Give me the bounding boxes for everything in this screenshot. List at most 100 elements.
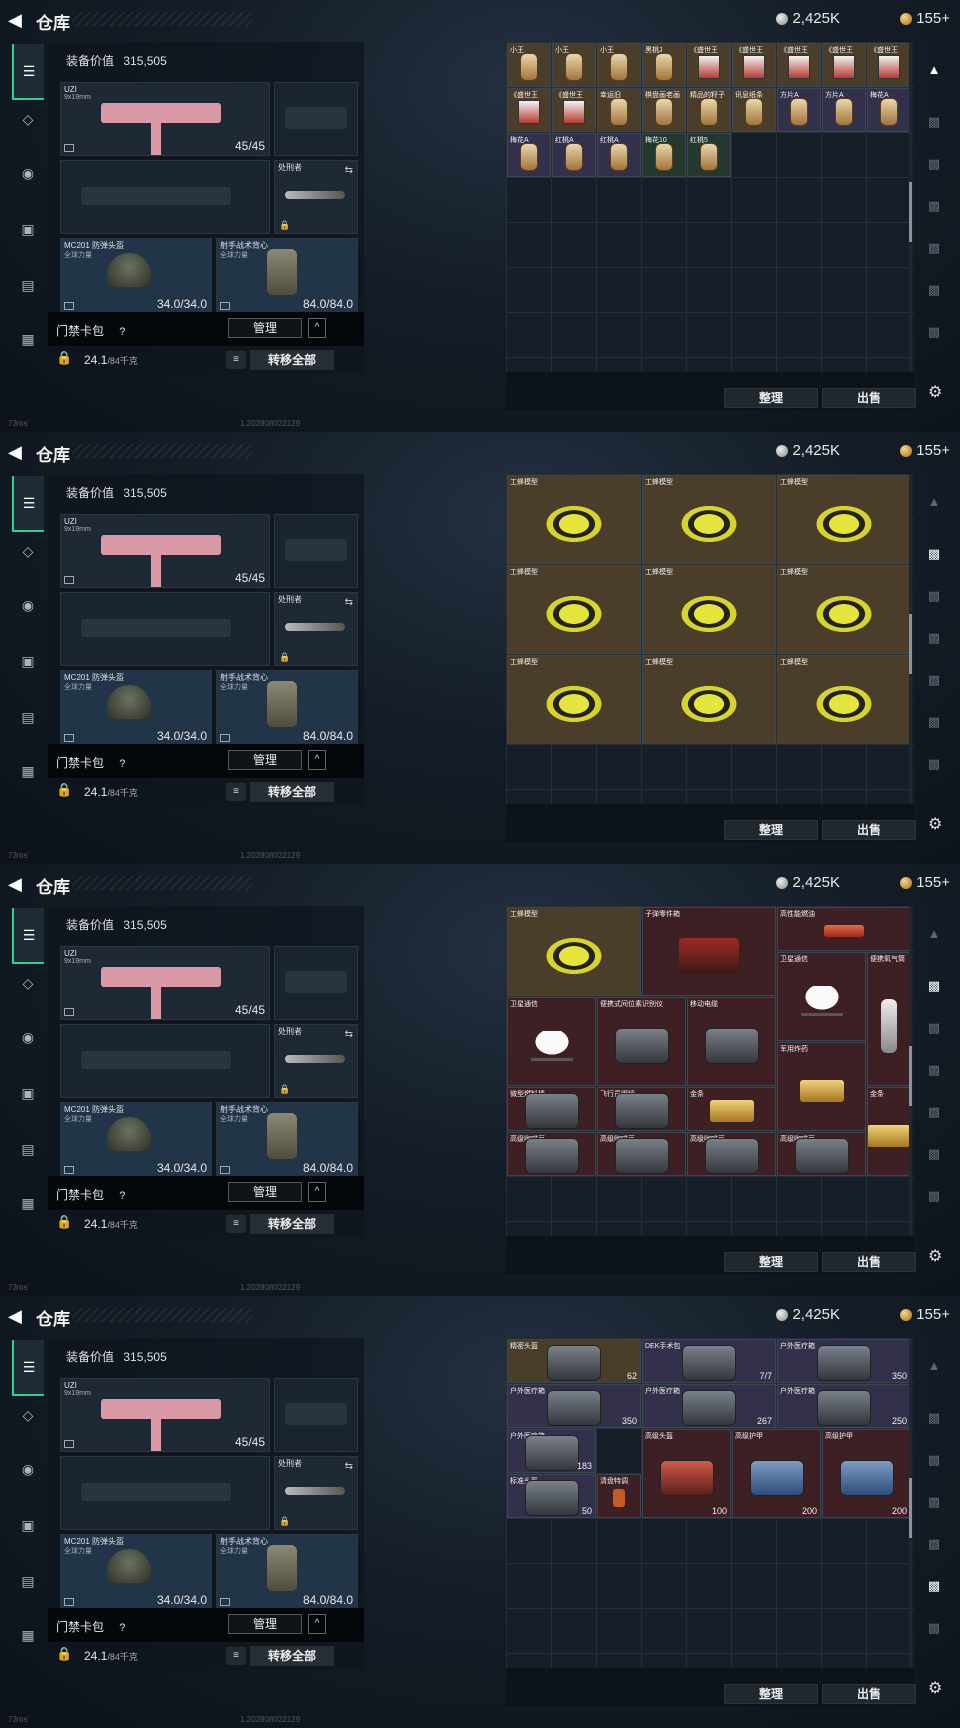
helmet-tab-icon[interactable]: ◉ [12,1454,44,1484]
stash-grid[interactable]: 小王 小王 小王 黑桃J 《盛世王 《盛世王 《盛世王 《盛世王 《盛世王 《盛世王 《盛世王 幸运旧… [506,42,914,372]
stash-item[interactable]: 讯息纸条 [732,88,776,132]
stash-item[interactable]: 工蜂模型 [507,655,641,744]
stash-tab-4-icon[interactable]: ▩ [922,1058,946,1082]
list-icon[interactable]: ≡ [226,351,246,369]
sort-button[interactable]: 整理 [724,1684,818,1704]
gold-currency[interactable]: 155+ [900,10,950,27]
stash-tab-4-icon[interactable]: ▩ [922,1490,946,1514]
stash-tab-6-icon[interactable]: ▩ [922,710,946,734]
stash-tab-6-icon[interactable]: ▩ [922,1142,946,1166]
pistol-slot[interactable] [274,514,358,588]
swap-icon[interactable]: ⇆ [345,1461,353,1472]
case-tab-icon[interactable]: ▦ [12,1188,44,1218]
armor-tab-icon[interactable]: ◇ [12,104,44,134]
rig-tab-icon[interactable]: ▤ [12,1566,44,1596]
sort-button[interactable]: 整理 [724,1252,818,1272]
swap-icon[interactable]: ⇆ [345,1029,353,1040]
back-icon[interactable]: ◀ [8,442,26,462]
stash-item[interactable]: 移动电缆 [687,997,776,1086]
pistol-slot[interactable] [274,1378,358,1452]
primary-weapon-slot[interactable]: UZI 9x19mm 45/45 [60,514,270,588]
stash-item[interactable]: 小王 [552,43,596,87]
helmet-tab-icon[interactable]: ◉ [12,158,44,188]
weapon-tab-icon[interactable]: ☰ [12,44,44,100]
list-icon[interactable]: ≡ [226,1647,246,1665]
rig-tab-icon[interactable]: ▤ [12,270,44,300]
help-icon[interactable]: ? [115,758,129,770]
backpack-tab-icon[interactable]: ▣ [12,1078,44,1108]
helmet-tab-icon[interactable]: ◉ [12,1022,44,1052]
sort-button[interactable]: 整理 [724,820,818,840]
stash-item[interactable]: 红桃5 [687,133,731,177]
collapse-button[interactable]: ^ [308,750,326,770]
stash-item[interactable]: 精品的籽子 [687,88,731,132]
stash-grid[interactable]: 工蜂模型 工蜂模型 工蜂模型 工蜂模型 工蜂模型 工蜂模型 工蜂模型 工蜂模型 工蜂模型 [506,474,914,804]
settings-gear-icon[interactable]: ⚙ [928,382,942,402]
sell-button[interactable]: 出售 [822,820,916,840]
stash-tab-4-icon[interactable]: ▩ [922,626,946,650]
manage-button[interactable]: 管理 [228,1614,302,1634]
manage-button[interactable]: 管理 [228,1182,302,1202]
help-icon[interactable]: ? [115,1622,129,1634]
weapon-tab-icon[interactable]: ☰ [12,476,44,532]
manage-button[interactable]: 管理 [228,318,302,338]
stash-tab-6-icon[interactable]: ▩ [922,278,946,302]
backpack-tab-icon[interactable]: ▣ [12,646,44,676]
stash-item[interactable]: 红桃A [552,133,596,177]
primary-weapon-slot[interactable]: UZI 9x19mm 45/45 [60,82,270,156]
weapon-tab-icon[interactable]: ☰ [12,908,44,964]
settings-gear-icon[interactable]: ⚙ [928,1246,942,1266]
collapse-button[interactable]: ^ [308,1182,326,1202]
stash-tab-6-icon[interactable]: ▩ [922,1574,946,1598]
stash-item[interactable]: 卫星通信 [777,952,866,1041]
secondary-weapon-slot[interactable] [60,1456,270,1530]
stash-tab-7-icon[interactable]: ▩ [922,320,946,344]
swap-icon[interactable]: ⇆ [345,597,353,608]
primary-weapon-slot[interactable]: UZI 9x19mm 45/45 [60,946,270,1020]
stash-item[interactable]: 金条 [687,1087,776,1131]
stash-item[interactable]: 户外医疗箱183 [507,1429,596,1473]
manage-button[interactable]: 管理 [228,750,302,770]
helmet-tab-icon[interactable]: ◉ [12,590,44,620]
stash-tab-3-icon[interactable]: ▩ [922,584,946,608]
stash-item[interactable]: 工蜂模型 [507,565,641,654]
stash-item[interactable]: 卫星通信 [507,997,596,1086]
stash-item[interactable]: 工蜂模型 [507,907,641,996]
stash-item[interactable]: 工蜂模型 [777,565,911,654]
stash-tab-5-icon[interactable]: ▩ [922,236,946,260]
stash-item[interactable]: 清盘特调 [597,1474,641,1518]
stash-item[interactable]: 户外医疗箱 350 [507,1384,641,1428]
stash-item[interactable]: 棋盘画老画 [642,88,686,132]
stash-item[interactable]: 方片A [777,88,821,132]
melee-slot[interactable]: 处刑者 ⇆ 🔒 [274,1456,358,1530]
stash-item[interactable]: 微型燃料棒 [507,1087,596,1131]
stash-item[interactable]: 高级咖啡豆 [687,1132,776,1176]
stash-tab-7-icon[interactable]: ▩ [922,752,946,776]
secondary-weapon-slot[interactable] [60,592,270,666]
stash-item[interactable]: 小王 [597,43,641,87]
stash-item[interactable]: 《盛世王 [507,88,551,132]
helmet-slot[interactable]: MC201 防弹头盔 全球力量 34.0/34.0 [60,1102,212,1178]
stash-item[interactable]: 幸运旧 [597,88,641,132]
back-icon[interactable]: ◀ [8,874,26,894]
stash-item[interactable]: 梅花A [507,133,551,177]
list-icon[interactable]: ≡ [226,783,246,801]
stash-tab-3-icon[interactable]: ▩ [922,152,946,176]
gold-currency[interactable]: 155+ [900,442,950,459]
stash-item[interactable]: 金条 [867,1087,911,1176]
stash-tab-4-icon[interactable]: ▩ [922,194,946,218]
stash-item[interactable]: 子弹零件箱 [642,907,776,996]
gold-currency[interactable]: 155+ [900,874,950,891]
stash-item[interactable]: 《盛世王 [777,43,821,87]
stash-item[interactable]: 《盛世王 [552,88,596,132]
stash-scroll-thumb[interactable] [909,614,912,674]
stash-item[interactable]: 工蜂模型 [507,475,641,564]
secondary-weapon-slot[interactable] [60,160,270,234]
helmet-slot[interactable]: MC201 防弹头盔 全球力量 34.0/34.0 [60,670,212,746]
stash-scroll-thumb[interactable] [909,1478,912,1538]
helmet-slot[interactable]: MC201 防弹头盔 全球力量 34.0/34.0 [60,1534,212,1610]
stash-item[interactable]: 梅花A [867,88,911,132]
pistol-slot[interactable] [274,946,358,1020]
pistol-slot[interactable] [274,82,358,156]
stash-tab-3-icon[interactable]: ▩ [922,1016,946,1040]
